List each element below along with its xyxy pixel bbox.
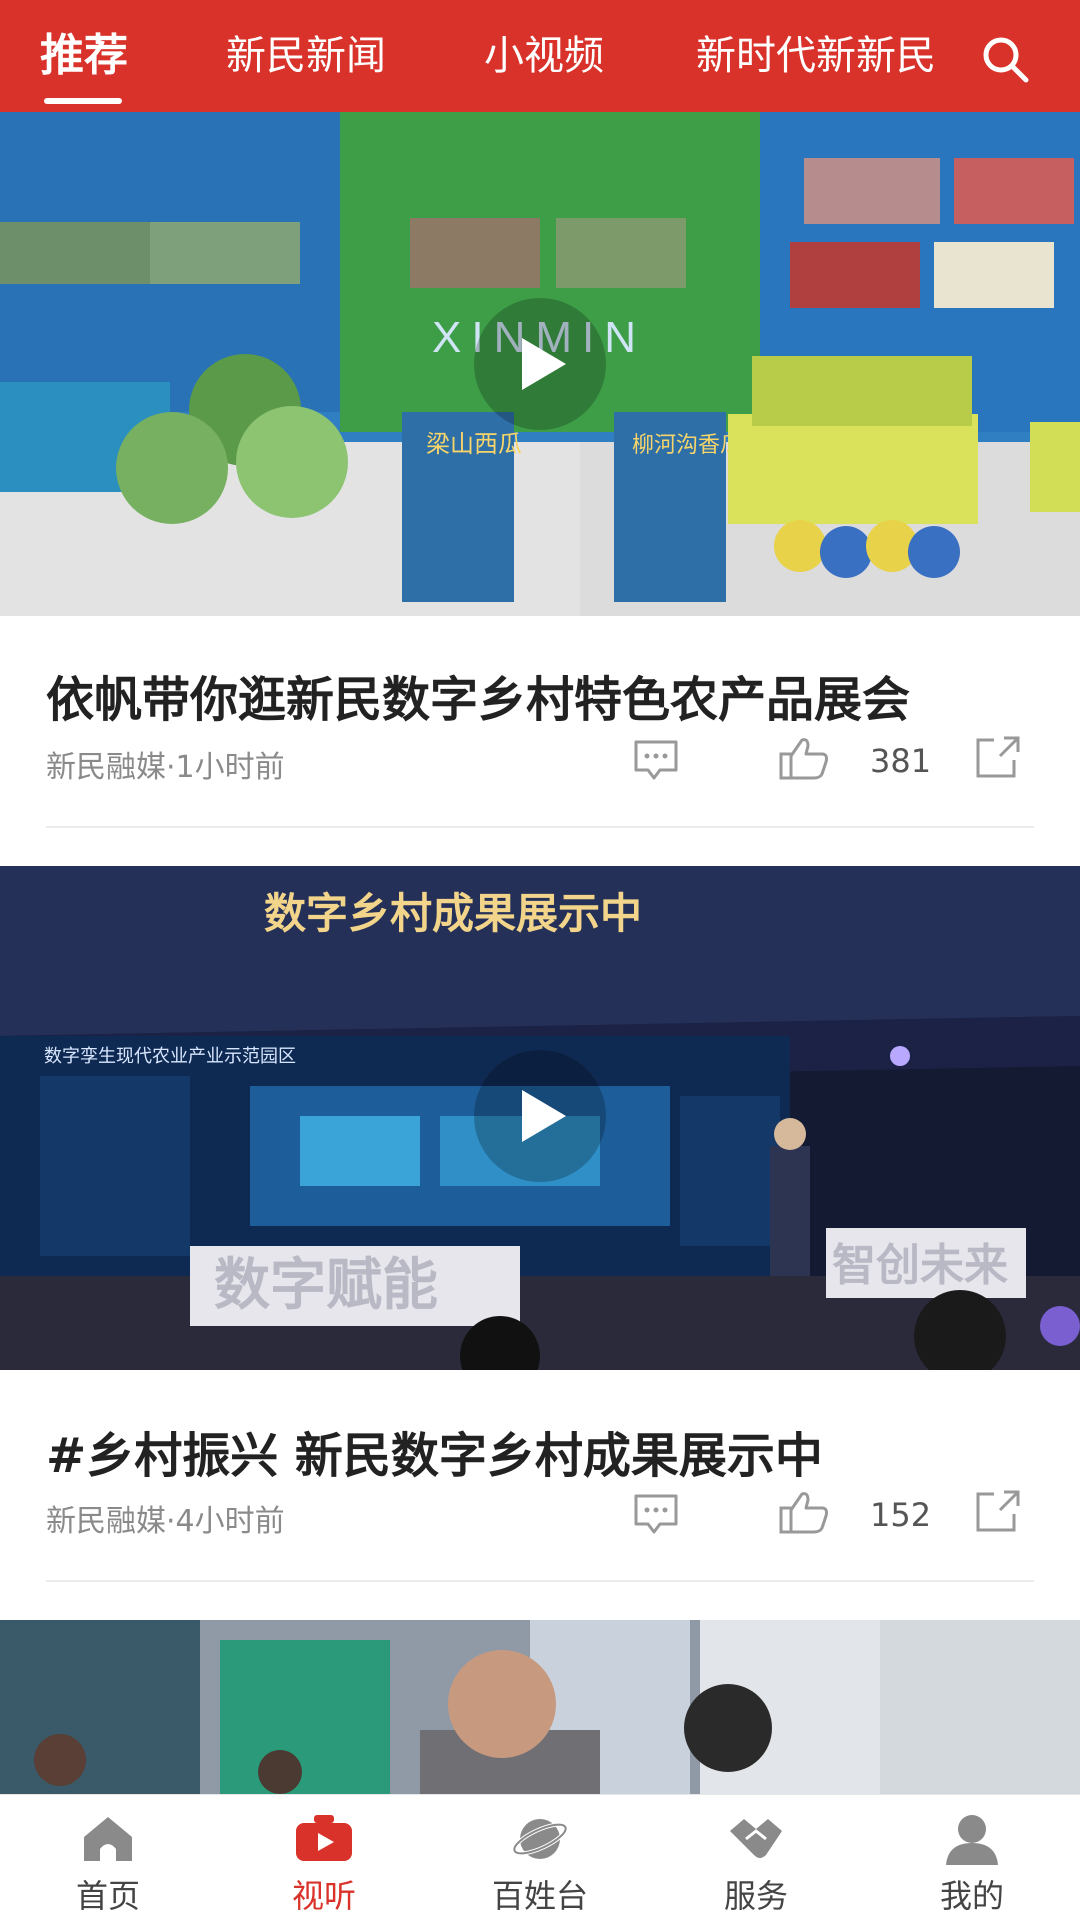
stage-text-left: 数字赋能 bbox=[214, 1253, 438, 1318]
nav-label: 首页 bbox=[75, 1877, 140, 1915]
user-icon bbox=[942, 1811, 1002, 1867]
divider bbox=[46, 1580, 1034, 1582]
comment-icon[interactable] bbox=[632, 1492, 680, 1540]
video-title[interactable]: 依帆带你逛新民数字乡村特色农产品展会 bbox=[46, 660, 910, 730]
nav-audio-video[interactable]: 视听 bbox=[216, 1795, 432, 1921]
nav-label: 视听 bbox=[291, 1877, 356, 1915]
tab-new-era[interactable]: 新时代新新民 bbox=[696, 28, 936, 84]
thumbs-up-icon[interactable] bbox=[778, 736, 830, 786]
video-card[interactable] bbox=[0, 1620, 1080, 1794]
video-meta: 新民融媒·4小时前 bbox=[46, 1496, 285, 1540]
thumbnail-banner: 数字乡村成果展示中 bbox=[264, 889, 642, 938]
like-count: 152 bbox=[870, 1496, 932, 1534]
nav-label: 我的 bbox=[939, 1877, 1004, 1915]
nav-label: 百姓台 bbox=[491, 1877, 588, 1915]
like-count: 381 bbox=[870, 742, 932, 780]
share-icon[interactable] bbox=[974, 1488, 1022, 1538]
video-card[interactable]: 数字乡村成果展示中 数字孪生现代农业产业示范园区 数字赋能 智创未来 #乡村振兴… bbox=[0, 866, 1080, 1622]
video-card[interactable]: XINMIN 梁山西瓜 柳河沟香瓜 依帆带你逛新民数字乡村特色农产品展会 新民融… bbox=[0, 112, 1080, 828]
play-icon[interactable] bbox=[474, 298, 606, 430]
video-title[interactable]: #乡村振兴 新民数字乡村成果展示中 bbox=[46, 1416, 823, 1486]
nav-services[interactable]: 服务 bbox=[648, 1795, 864, 1921]
search-icon[interactable] bbox=[980, 34, 1032, 86]
nav-public-platform[interactable]: 百姓台 bbox=[432, 1795, 648, 1921]
video-time: ·4小时前 bbox=[166, 1504, 285, 1539]
video-thumbnail[interactable]: XINMIN 梁山西瓜 柳河沟香瓜 bbox=[0, 112, 1080, 616]
play-icon[interactable] bbox=[474, 1050, 606, 1182]
video-source: 新民融媒 bbox=[46, 750, 166, 785]
stage-text-right: 智创未来 bbox=[832, 1240, 1008, 1291]
divider bbox=[46, 826, 1034, 828]
channel-tabs: 推荐 新民新闻 小视频 新时代新新民 bbox=[0, 0, 960, 112]
video-source: 新民融媒 bbox=[46, 1504, 166, 1539]
handshake-icon bbox=[726, 1811, 786, 1867]
nav-home[interactable]: 首页 bbox=[0, 1795, 216, 1921]
bottom-nav-bar: 首页 视听 百姓台 服务 我的 bbox=[0, 1794, 1080, 1921]
screen-title: 数字孪生现代农业产业示范园区 bbox=[44, 1046, 296, 1067]
tab-recommend[interactable]: 推荐 bbox=[40, 28, 128, 84]
video-feed: XINMIN 梁山西瓜 柳河沟香瓜 依帆带你逛新民数字乡村特色农产品展会 新民融… bbox=[0, 112, 1080, 1794]
video-thumbnail[interactable] bbox=[0, 1620, 1080, 1794]
video-icon bbox=[294, 1811, 354, 1867]
comment-icon[interactable] bbox=[632, 738, 680, 786]
top-nav-bar: 推荐 新民新闻 小视频 新时代新新民 bbox=[0, 0, 1080, 112]
share-icon[interactable] bbox=[974, 734, 1022, 784]
tab-xinmin-news[interactable]: 新民新闻 bbox=[226, 28, 386, 84]
thumbs-up-icon[interactable] bbox=[778, 1490, 830, 1540]
product-sign-melon: 柳河沟香瓜 bbox=[632, 433, 742, 458]
planet-icon bbox=[510, 1811, 570, 1867]
home-icon bbox=[78, 1811, 138, 1867]
product-sign-watermelon: 梁山西瓜 bbox=[426, 430, 522, 458]
video-time: ·1小时前 bbox=[166, 750, 285, 785]
video-thumbnail[interactable]: 数字乡村成果展示中 数字孪生现代农业产业示范园区 数字赋能 智创未来 bbox=[0, 866, 1080, 1370]
tab-short-video[interactable]: 小视频 bbox=[484, 28, 604, 84]
nav-label: 服务 bbox=[723, 1877, 788, 1915]
video-meta: 新民融媒·1小时前 bbox=[46, 742, 285, 786]
active-tab-indicator bbox=[44, 98, 122, 104]
nav-profile[interactable]: 我的 bbox=[864, 1795, 1080, 1921]
